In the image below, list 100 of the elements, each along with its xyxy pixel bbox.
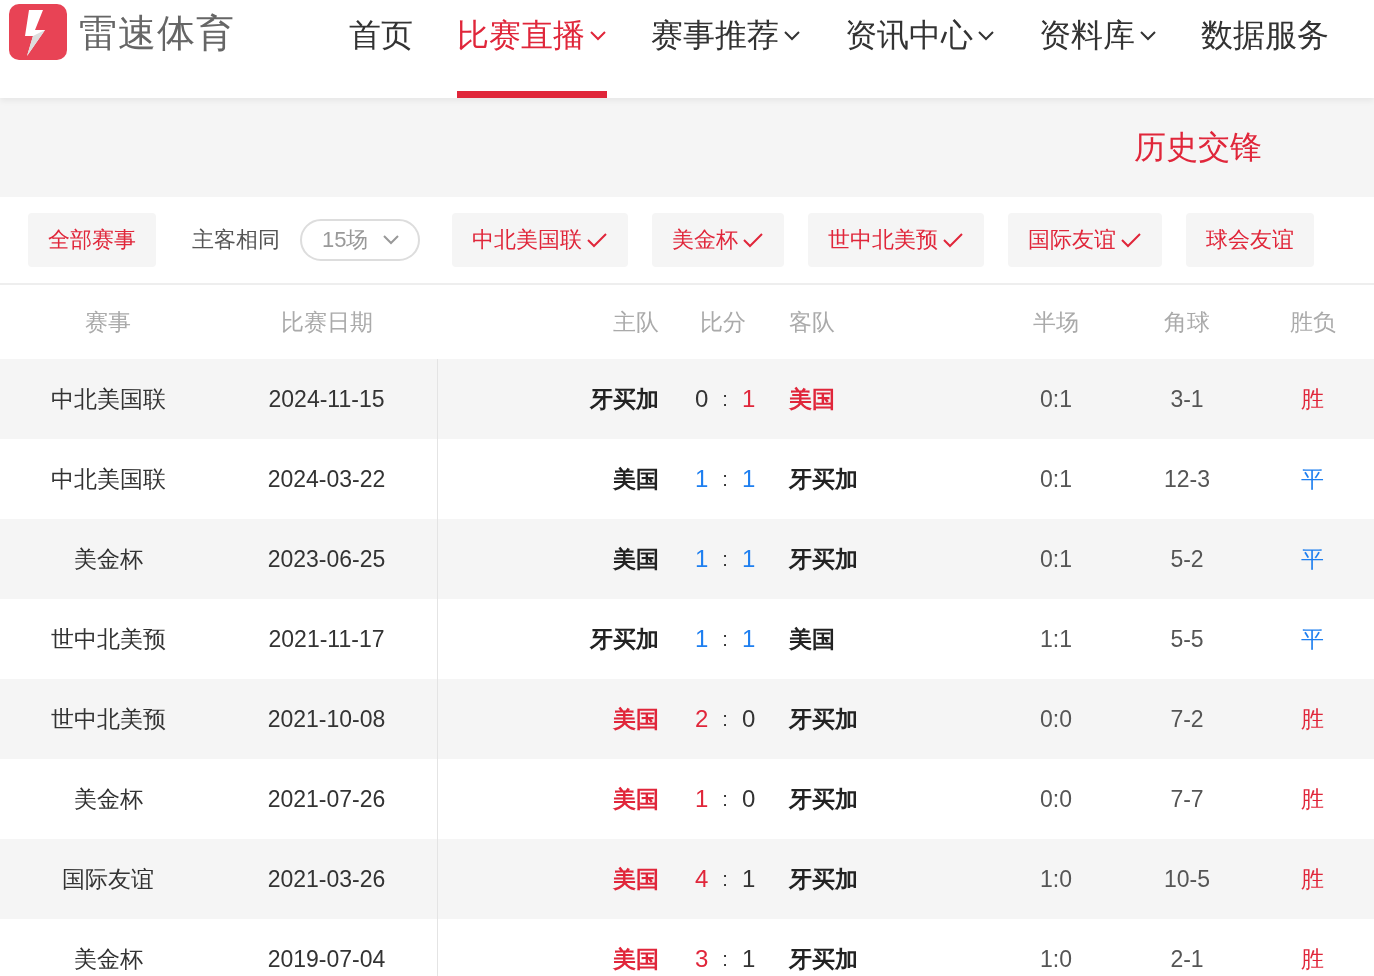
corners-cell-text: 2-1 <box>1169 944 1205 974</box>
home-team: 美国 <box>612 784 659 814</box>
home-team: 美国 <box>612 704 659 734</box>
competition-cell-text: 中北美国联 <box>49 384 167 414</box>
competition-cell-text: 中北美国联 <box>49 464 167 494</box>
nav-tab[interactable]: 数据服务 <box>1201 0 1329 98</box>
competition-cell-text: 世中北美预 <box>49 704 167 734</box>
home-team: 美国 <box>612 464 659 494</box>
filter-chip[interactable]: 全部赛事 <box>28 213 156 267</box>
nav-tab[interactable]: 首页 <box>349 0 413 98</box>
filter-label: 主客相同 <box>192 226 280 254</box>
half-time-cell-text: 0:0 <box>1039 704 1073 734</box>
score-separator: : <box>722 467 728 491</box>
check-icon <box>942 232 965 248</box>
away-team: 牙买加 <box>789 464 859 494</box>
check-icon <box>742 232 765 248</box>
away-team: 美国 <box>789 384 836 414</box>
away-team: 牙买加 <box>789 784 859 814</box>
score-separator: : <box>722 787 728 811</box>
result-cell-text: 平 <box>1300 544 1325 574</box>
score-separator: : <box>722 707 728 731</box>
nav-tab[interactable]: 资料库 <box>1039 0 1157 98</box>
home-score: 1 <box>695 625 709 653</box>
away-score: 1 <box>741 945 756 973</box>
score-separator: : <box>722 947 728 971</box>
filter-chip[interactable]: 中北美国联 <box>452 213 629 267</box>
result-cell-text: 胜 <box>1300 784 1325 814</box>
column-header: 客队 <box>789 307 836 337</box>
filter-chip[interactable]: 国际友谊 <box>1008 213 1163 267</box>
away-team: 牙买加 <box>789 864 859 894</box>
half-time-cell-text: 0:1 <box>1039 464 1073 494</box>
check-icon <box>586 232 609 248</box>
filter-chip[interactable]: 美金杯 <box>652 213 785 267</box>
column-header: 比赛日期 <box>280 307 374 337</box>
competition-cell-text: 国际友谊 <box>61 864 155 894</box>
half-time-cell-text: 1:1 <box>1039 624 1073 654</box>
half-time-cell-text: 0:1 <box>1039 384 1073 414</box>
home-score: 1 <box>695 545 709 573</box>
home-score: 4 <box>695 865 709 893</box>
filter-chip[interactable]: 世中北美预 <box>808 213 985 267</box>
away-score: 1 <box>741 625 756 653</box>
column-header: 主队 <box>612 307 659 337</box>
corners-cell-text: 3-1 <box>1169 384 1205 414</box>
nav-tab[interactable]: 赛事推荐 <box>651 0 801 98</box>
competition-cell-text: 世中北美预 <box>49 624 167 654</box>
column-header: 半场 <box>1032 307 1080 337</box>
corners-cell-text: 7-7 <box>1169 784 1205 814</box>
home-score: 0 <box>695 385 709 413</box>
half-time-cell-text: 1:0 <box>1039 864 1073 894</box>
result-cell-text: 胜 <box>1300 384 1325 414</box>
column-header: 比分 <box>699 307 747 337</box>
competition-cell-text: 美金杯 <box>72 944 144 974</box>
column-header: 赛事 <box>84 307 132 337</box>
corners-cell-text: 12-3 <box>1162 464 1211 494</box>
half-time-cell-text: 1:0 <box>1039 944 1073 974</box>
half-time-cell-text: 0:1 <box>1039 544 1073 574</box>
home-score: 3 <box>695 945 709 973</box>
column-header: 胜负 <box>1288 307 1337 337</box>
corners-cell-text: 10-5 <box>1162 864 1211 894</box>
away-score: 1 <box>741 385 756 413</box>
competition-cell-text: 美金杯 <box>72 544 144 574</box>
score-separator: : <box>722 547 728 571</box>
corners-cell-text: 5-5 <box>1169 624 1205 654</box>
corners-cell-text: 5-2 <box>1169 544 1205 574</box>
away-score: 1 <box>741 545 756 573</box>
away-score: 1 <box>741 865 756 893</box>
home-team: 牙买加 <box>588 384 659 414</box>
date-cell: 2019-07-04 <box>216 919 438 976</box>
away-score: 0 <box>741 785 756 813</box>
column-header: 角球 <box>1163 307 1211 337</box>
caret-icon <box>382 234 401 246</box>
home-team: 美国 <box>612 544 659 574</box>
result-cell-text: 胜 <box>1300 944 1325 974</box>
result-cell-text: 胜 <box>1300 864 1325 894</box>
away-score: 1 <box>741 465 756 493</box>
score-separator: : <box>722 627 728 651</box>
away-team: 美国 <box>789 624 836 654</box>
result-cell-text: 平 <box>1300 464 1325 494</box>
home-score: 1 <box>695 465 709 493</box>
result-cell-text: 平 <box>1300 624 1325 654</box>
result-cell-text: 胜 <box>1300 704 1325 734</box>
brand-name: 雷速体育 <box>79 11 235 56</box>
home-team: 美国 <box>612 944 659 974</box>
away-team: 牙买加 <box>789 544 859 574</box>
away-score: 0 <box>741 705 756 733</box>
section-title: 历史交锋 <box>1134 127 1262 167</box>
home-score: 2 <box>695 705 709 733</box>
corners-cell-text: 7-2 <box>1169 704 1205 734</box>
check-icon <box>1120 232 1143 248</box>
away-team: 牙买加 <box>789 704 859 734</box>
filter-chip[interactable]: 球会友谊 <box>1186 213 1315 267</box>
score-separator: : <box>722 867 728 891</box>
nav-tab[interactable]: 资讯中心 <box>845 0 995 98</box>
half-time-cell-text: 0:0 <box>1039 784 1073 814</box>
away-team: 牙买加 <box>789 944 859 974</box>
count-select[interactable]: 15场 <box>300 219 421 261</box>
logo-icon <box>9 4 67 60</box>
home-team: 牙买加 <box>588 624 659 654</box>
score-separator: : <box>722 387 728 411</box>
competition-cell-text: 美金杯 <box>72 784 144 814</box>
